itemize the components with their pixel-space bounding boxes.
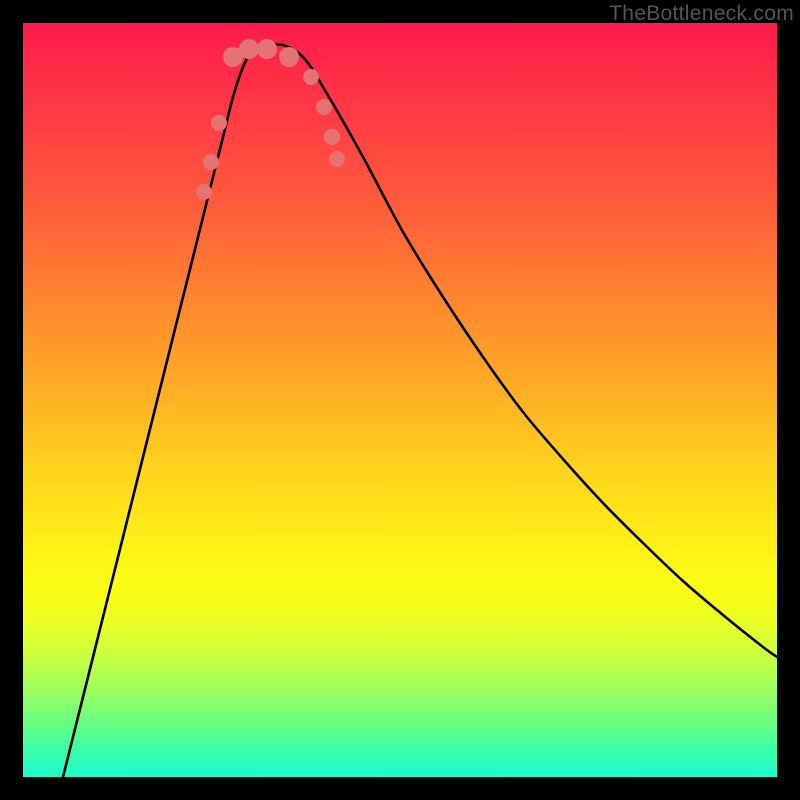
watermark-text: TheBottleneck.com — [609, 2, 794, 26]
data-marker — [324, 129, 340, 145]
bottleneck-curve — [63, 44, 777, 777]
data-markers — [196, 39, 345, 200]
data-marker — [196, 184, 212, 200]
chart-area — [23, 23, 777, 777]
data-marker — [203, 154, 219, 170]
data-marker — [239, 39, 259, 59]
data-marker — [211, 115, 227, 131]
data-marker — [303, 69, 319, 85]
data-marker — [316, 99, 332, 115]
data-marker — [257, 39, 277, 59]
data-marker — [279, 47, 299, 67]
curve-svg — [23, 23, 777, 777]
data-marker — [329, 151, 345, 167]
